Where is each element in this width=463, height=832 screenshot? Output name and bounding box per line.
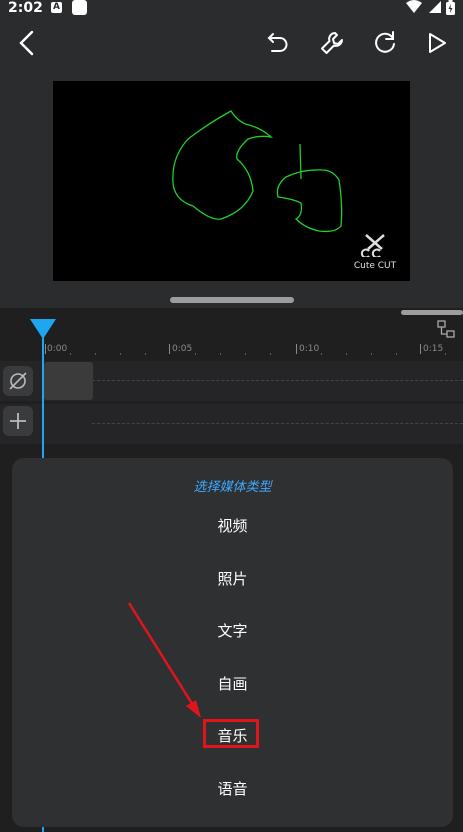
wrench-icon: [321, 32, 343, 54]
undo-icon: [267, 33, 288, 52]
status-time: 2:02: [8, 0, 43, 16]
minor-tick: [195, 353, 196, 355]
minor-tick: [445, 353, 446, 355]
add-track-row: [0, 404, 463, 444]
media-option-photo[interactable]: 照片: [12, 567, 453, 591]
panel-resize-handle[interactable]: [170, 297, 294, 303]
watermark: Cute CUT: [350, 233, 400, 271]
redo-icon: [375, 31, 395, 53]
minor-tick: [95, 353, 96, 355]
play-button[interactable]: [422, 28, 452, 58]
highlight-box: [203, 719, 259, 748]
signal-icon: [428, 1, 441, 13]
tick-label: 0:05: [172, 344, 193, 354]
time-ruler[interactable]: 0:00 0:05 0:10 0:15: [0, 308, 463, 360]
tick-label: 0:10: [299, 344, 320, 354]
add-track-button[interactable]: [3, 406, 33, 436]
back-button[interactable]: [12, 28, 42, 58]
timeline-scroll-handle[interactable]: [401, 310, 463, 315]
battery-icon: [446, 0, 455, 15]
tick-mark: [45, 344, 46, 354]
minor-tick: [245, 353, 246, 355]
minor-tick: [145, 353, 146, 355]
media-option-drawing[interactable]: 自画: [12, 672, 453, 696]
tools-button[interactable]: [317, 28, 347, 58]
minor-tick: [321, 353, 322, 355]
track-dashed-line: [92, 380, 463, 381]
undo-button[interactable]: [263, 28, 293, 58]
media-option-voice[interactable]: 语音: [12, 777, 453, 801]
minor-tick: [346, 353, 347, 355]
video-preview[interactable]: Cute CUT: [53, 81, 410, 281]
chevron-left-icon: [19, 30, 34, 56]
tick-mark: [420, 344, 421, 354]
tick-label: 0:00: [47, 344, 68, 354]
status-bar: 2:02 A: [0, 0, 463, 18]
editor-toolbar: [0, 18, 463, 70]
notification-a-icon: A: [51, 2, 62, 13]
tick-mark: [169, 344, 170, 354]
redo-button[interactable]: [370, 28, 400, 58]
watermark-text: Cute CUT: [353, 261, 397, 271]
tick-mark: [296, 344, 297, 354]
play-icon: [429, 33, 446, 53]
track-dashed-line: [92, 423, 463, 424]
minor-tick: [70, 353, 71, 355]
tick-label: 0:15: [423, 344, 444, 354]
playhead-handle[interactable]: [29, 318, 57, 340]
sheet-title: 选择媒体类型: [193, 480, 272, 495]
video-clip[interactable]: [44, 362, 93, 400]
media-option-video[interactable]: 视频: [12, 514, 453, 538]
scissors-logo-icon: [360, 234, 385, 259]
no-visibility-icon: [9, 372, 27, 390]
minor-tick: [120, 353, 121, 355]
wifi-icon: [405, 0, 422, 13]
media-option-text[interactable]: 文字: [12, 619, 453, 643]
plus-icon: [10, 413, 26, 429]
notification-square-icon: [72, 0, 87, 15]
media-type-sheet: 选择媒体类型 视频 照片 文字 自画 音乐 语音: [12, 458, 453, 827]
status-indicators: [405, 0, 455, 16]
minor-tick: [371, 353, 372, 355]
minor-tick: [270, 353, 271, 355]
minor-tick: [396, 353, 397, 355]
split-track-icon[interactable]: [437, 320, 455, 338]
minor-tick: [220, 353, 221, 355]
preview-area: Cute CUT: [0, 70, 463, 305]
video-track[interactable]: [0, 361, 463, 401]
mute-track-button[interactable]: [3, 366, 33, 396]
